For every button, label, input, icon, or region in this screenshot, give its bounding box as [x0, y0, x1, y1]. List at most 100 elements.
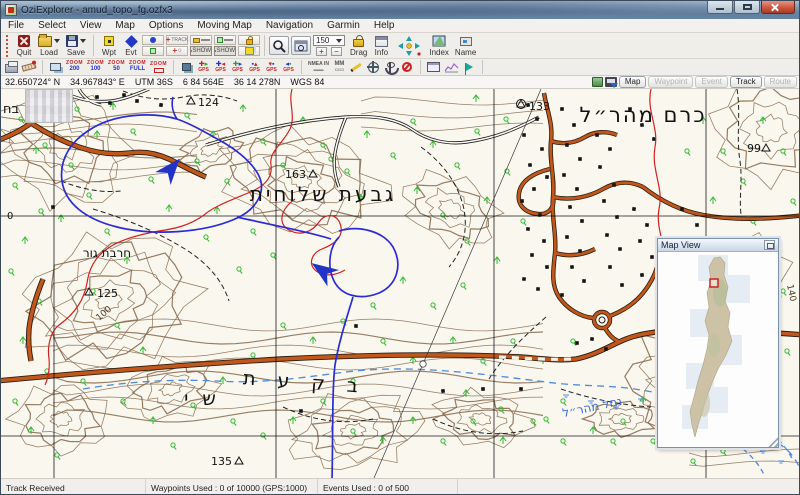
- gps-status-icon[interactable]: [591, 77, 603, 87]
- utm-zone-readout: UTM 36S: [134, 77, 173, 87]
- magnifier-icon: [273, 39, 286, 53]
- svg-text:140: 140: [784, 284, 797, 303]
- print-map-button[interactable]: [3, 60, 20, 75]
- route-editor-button[interactable]: [348, 60, 365, 75]
- nmea-input-button[interactable]: NMEA IN ▬▬: [306, 60, 331, 75]
- longitude-readout: 34.967843° E: [70, 77, 125, 87]
- zoom-full-button[interactable]: ZOOM FULL: [127, 60, 148, 75]
- menu-garmin[interactable]: Garmin: [320, 19, 367, 33]
- drag-button[interactable]: Drag: [347, 33, 370, 58]
- name-search-button[interactable]: Name: [452, 33, 479, 58]
- find-map-button[interactable]: [47, 60, 64, 75]
- save-track-icon[interactable]: [604, 77, 618, 88]
- menu-moving-map[interactable]: Moving Map: [190, 19, 258, 33]
- track-tail-button[interactable]: + o: [166, 46, 188, 56]
- save-button[interactable]: Save: [63, 33, 89, 58]
- zoom-out-button[interactable]: −: [331, 47, 342, 56]
- mode-track-button[interactable]: Track: [729, 76, 762, 88]
- pan-control[interactable]: [392, 33, 426, 58]
- svg-text:0: 0: [7, 211, 13, 222]
- map-pages-button[interactable]: [238, 46, 260, 56]
- gps-send-events-button[interactable]: ✚▸ GPS: [229, 60, 246, 75]
- anchor-alarm-button[interactable]: [382, 60, 400, 75]
- israel-overview-map: [682, 255, 750, 438]
- svg-text:חרבת גור: חרבת גור: [83, 246, 131, 260]
- mode-route-button: Route: [763, 76, 797, 88]
- flag-marker-button[interactable]: [461, 60, 478, 75]
- mode-map-button[interactable]: Map: [618, 76, 647, 88]
- event-create-button[interactable]: Evt: [120, 33, 142, 58]
- toolbar-main: Quit Load Save Wpt Evt + TRACK + o SHOW …: [1, 33, 799, 59]
- blue-dot-icon: [150, 37, 156, 43]
- menu-options[interactable]: Options: [142, 19, 190, 33]
- zoom-in-button[interactable]: +: [316, 47, 327, 56]
- gps-get-routes-button[interactable]: ◂▪ GPS: [280, 60, 297, 75]
- svg-text:בח: בח: [3, 102, 19, 117]
- map-lock-toggle[interactable]: [238, 35, 260, 45]
- svg-text:99: 99: [747, 142, 761, 155]
- mode-event-button: Event: [695, 76, 728, 88]
- crosshair-icon: [366, 60, 379, 73]
- gps-get-track-button[interactable]: ▾▪ GPS: [263, 60, 280, 75]
- padlock-icon: [353, 35, 365, 47]
- track-tail-clear-button[interactable]: [399, 60, 416, 75]
- altitude-profile-button[interactable]: [442, 60, 461, 75]
- printer-icon: [5, 61, 18, 73]
- quit-button[interactable]: Quit: [13, 33, 35, 58]
- zoom-200-button[interactable]: ZOOM 200: [64, 60, 85, 75]
- status-bar: Track Received Waypoints Used : 0 of 100…: [1, 478, 799, 494]
- map-view-content[interactable]: [658, 252, 778, 447]
- gps-send-track-button[interactable]: ▪▴ GPS: [246, 60, 263, 75]
- moving-map-button[interactable]: MM ▭▭: [331, 60, 348, 75]
- menu-map[interactable]: Map: [108, 19, 141, 33]
- zoom-50-button[interactable]: ZOOM 50: [106, 60, 127, 75]
- menu-navigation[interactable]: Navigation: [259, 19, 320, 33]
- load-button[interactable]: Load: [35, 33, 63, 58]
- building-symbols: [51, 93, 699, 413]
- minimize-button[interactable]: [707, 1, 733, 14]
- position-pointer-button[interactable]: [365, 60, 382, 75]
- title-bar[interactable]: OziExplorer - amud_topo_fg.ozfx3: [1, 1, 799, 19]
- map-tiles-icon: [182, 63, 191, 71]
- maximize-button[interactable]: [734, 1, 760, 14]
- map-canvas[interactable]: 124 163 125 133 99 135 100 140 0 בח גבעת…: [1, 89, 799, 478]
- event-numbers-toggle[interactable]: [142, 46, 164, 56]
- distance-measure-button[interactable]: [20, 60, 38, 75]
- window-title: OziExplorer - amud_topo_fg.ozfx3: [21, 4, 173, 16]
- pencil-icon: [350, 62, 363, 72]
- index-button[interactable]: Index: [426, 33, 452, 58]
- waypoint-create-button[interactable]: Wpt: [98, 33, 120, 58]
- menu-file[interactable]: File: [1, 19, 31, 33]
- profile-window-button[interactable]: [425, 60, 442, 75]
- gps-get-waypoints-button[interactable]: ✚◂ GPS: [212, 60, 229, 75]
- svg-text:124: 124: [198, 96, 219, 109]
- track-control-button[interactable]: + TRACK: [166, 35, 188, 45]
- toolbar-grip[interactable]: [6, 34, 10, 57]
- svg-text:125: 125: [97, 287, 118, 300]
- map-view-restore-button[interactable]: [764, 240, 775, 250]
- waypoint-display-options[interactable]: [190, 35, 212, 45]
- event-display-options[interactable]: [214, 35, 236, 45]
- waypoint-show-toggle[interactable]: SHOW: [190, 46, 212, 56]
- dash-icon: ▭▭: [334, 67, 345, 73]
- green-square-icon: [150, 48, 156, 54]
- event-show-toggle[interactable]: SHOW: [214, 46, 236, 56]
- zoom-100-button[interactable]: ZOOM 100: [85, 60, 106, 75]
- index-map-icon: [432, 35, 446, 47]
- menu-view[interactable]: View: [73, 19, 109, 33]
- info-button[interactable]: Info: [370, 33, 392, 58]
- selection-rect-icon: [153, 67, 164, 73]
- zoom-window-select-button[interactable]: ZOOM: [148, 60, 169, 75]
- menu-help[interactable]: Help: [367, 19, 402, 33]
- map-view-titlebar[interactable]: Map View: [658, 239, 778, 252]
- dash-icon: [200, 39, 210, 41]
- gps-send-waypoints-button[interactable]: ✚▸ GPS: [195, 60, 212, 75]
- zoom-level-combo[interactable]: 150 + −: [313, 35, 345, 56]
- close-button[interactable]: [761, 1, 795, 14]
- toolbar-secondary: ZOOM 200 ZOOM 100 ZOOM 50 ZOOM FULL ZOOM ✚▸ G…: [1, 59, 799, 76]
- magnify-button[interactable]: [269, 36, 289, 55]
- more-maps-button[interactable]: [178, 60, 195, 75]
- waypoint-numbers-toggle[interactable]: [142, 35, 164, 45]
- menu-select[interactable]: Select: [31, 19, 73, 33]
- magnify-window-button[interactable]: [291, 36, 311, 55]
